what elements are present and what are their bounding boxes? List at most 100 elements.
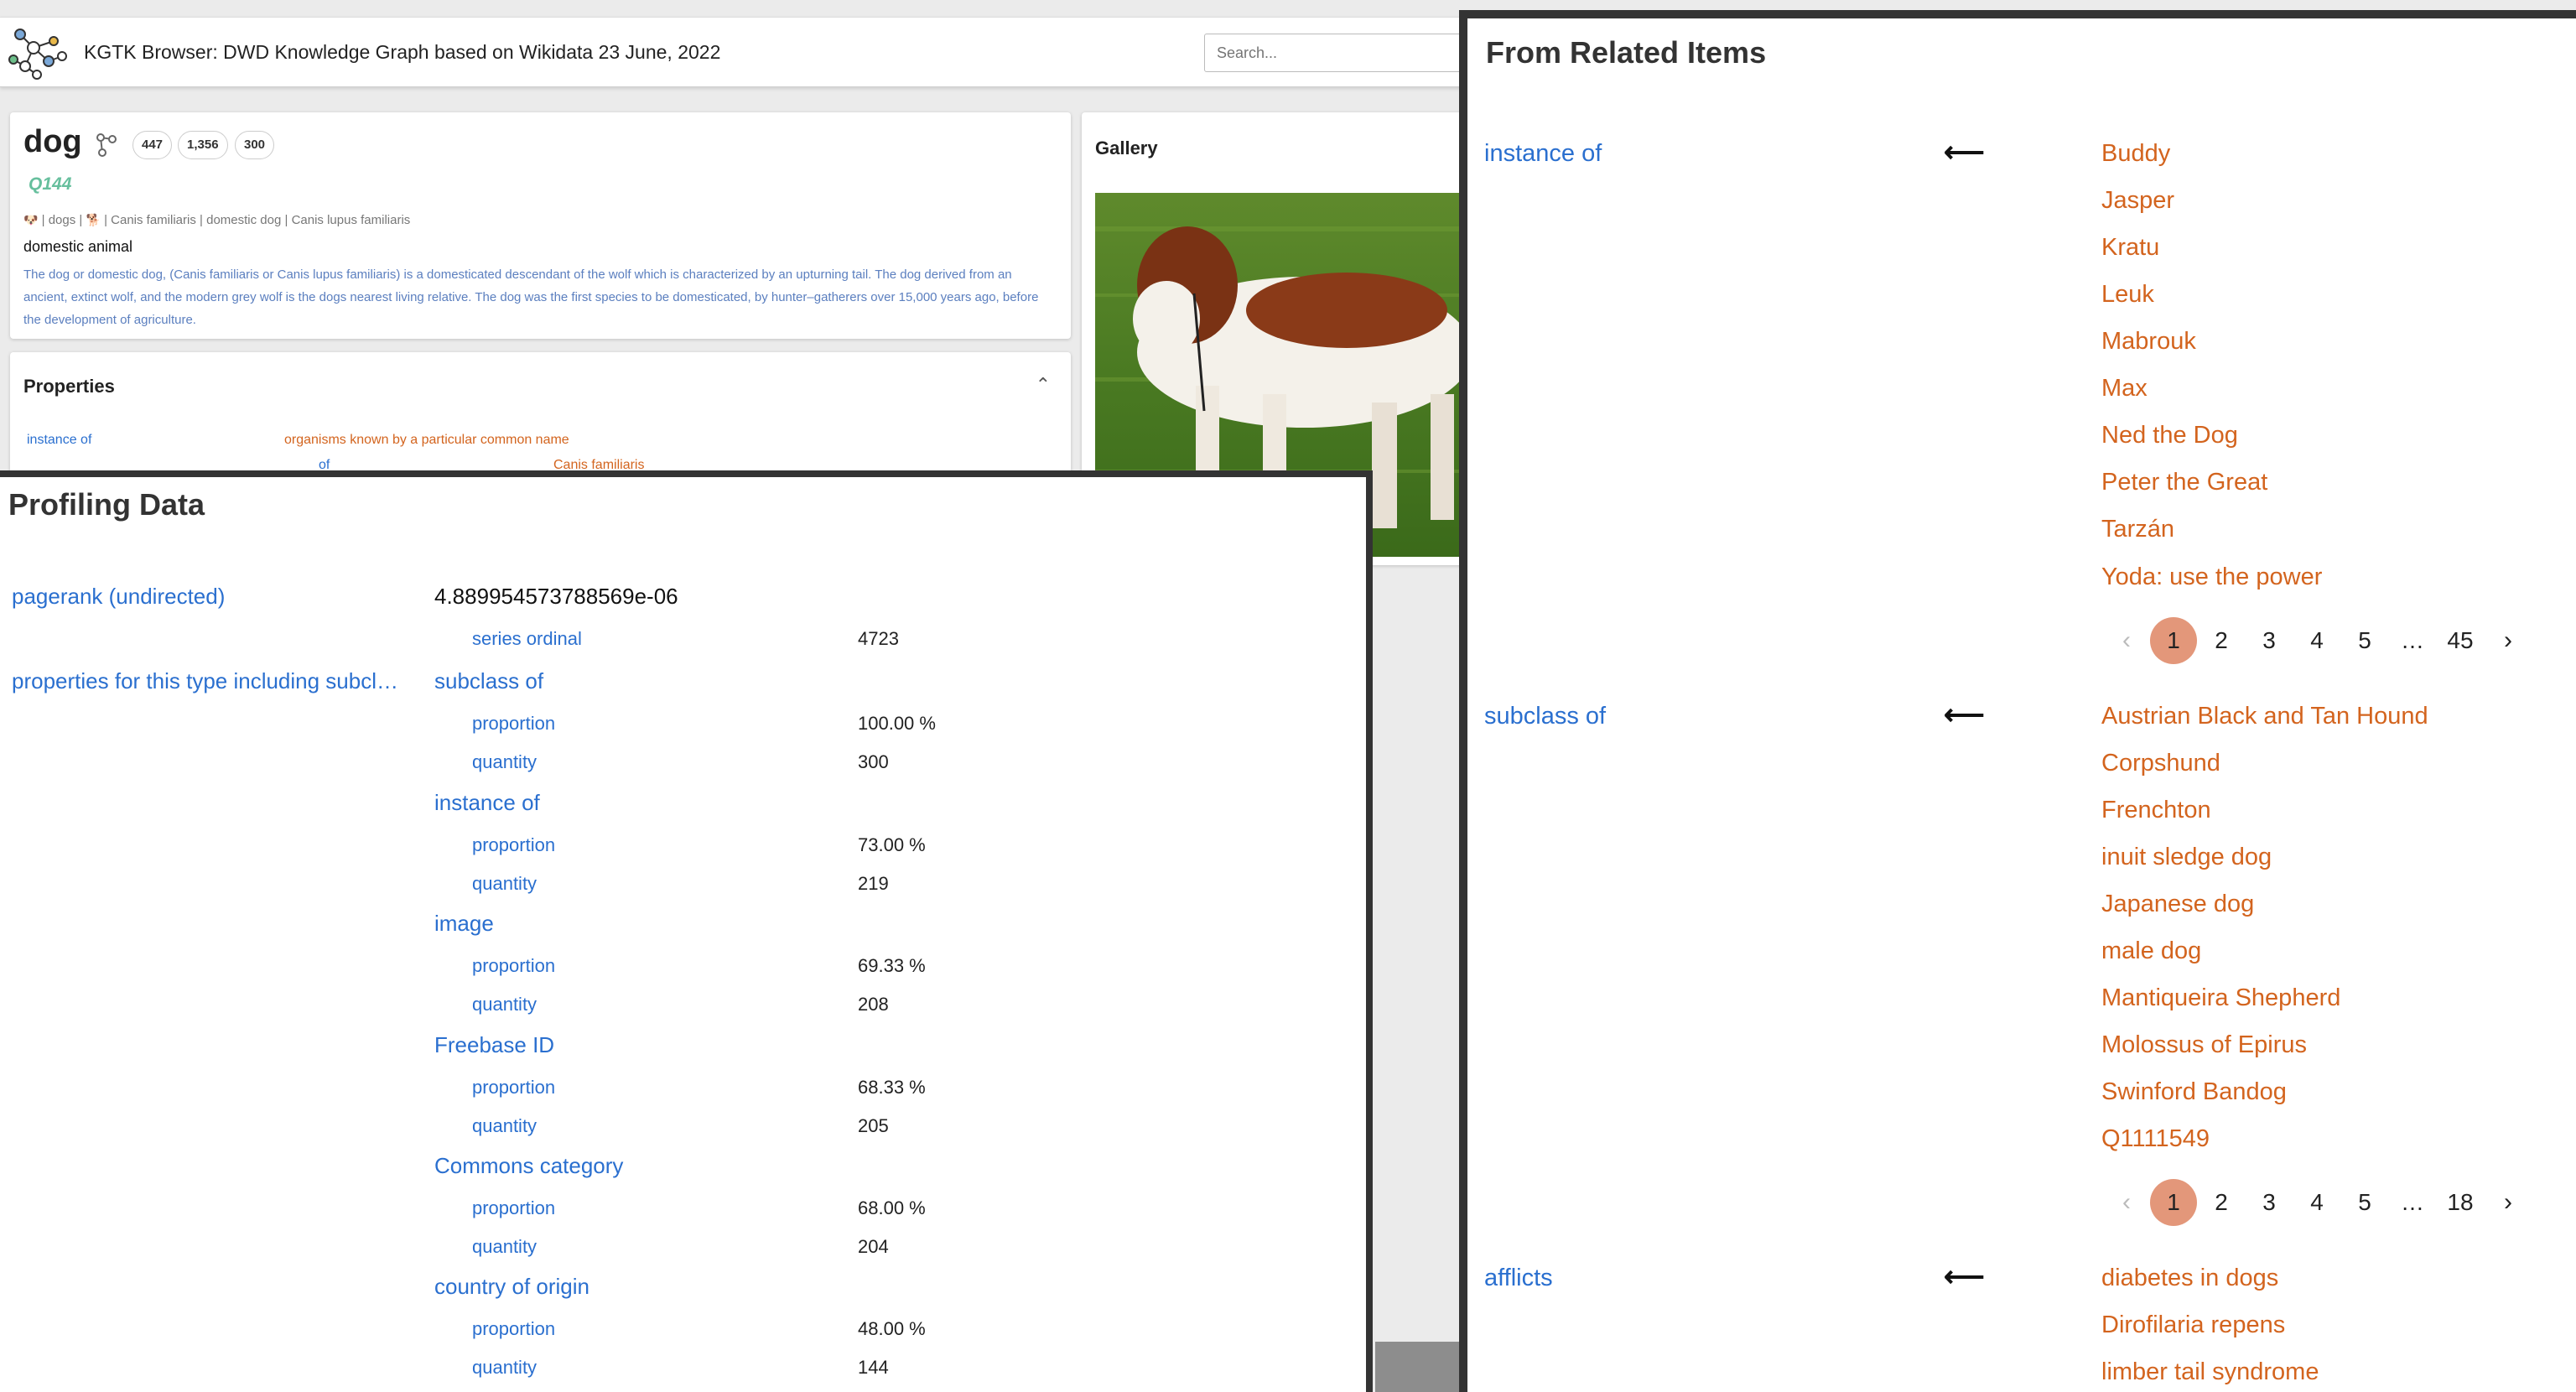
entity-label: dog [23,124,82,159]
page-button[interactable]: 1 [2150,1179,2197,1226]
proportion-label[interactable]: proportion [472,1318,555,1340]
related-item-link[interactable]: Leuk [2101,281,2154,309]
quantity-value: 300 [858,751,889,772]
property-link[interactable]: instance of [27,433,91,448]
profiling-data-panel: Profiling Data pagerank (undirected) 4.8… [0,470,1373,1392]
count-badge[interactable]: 447 [132,131,173,159]
stat-property-link[interactable]: subclass of [434,668,543,694]
graph-view-icon[interactable] [92,131,119,158]
related-items-panel: From Related Items instance of ⟵ Buddy J… [1459,10,2576,1392]
proportion-label[interactable]: proportion [472,1197,555,1219]
page-button[interactable]: 5 [2341,617,2388,664]
count-badge[interactable]: 1,356 [178,131,228,159]
page-button[interactable]: 4 [2293,1179,2340,1226]
related-item-link[interactable]: Jasper [2101,187,2174,215]
proportion-value: 73.00 % [858,834,926,855]
page-button[interactable]: 3 [2246,617,2293,664]
alias-separator: | [41,213,45,227]
alias: Canis familiaris [111,213,196,227]
related-item-link[interactable]: Yoda: use the power [2101,564,2322,591]
related-item-link[interactable]: Austrian Black and Tan Hound [2101,703,2428,730]
quantity-label[interactable]: quantity [472,1115,537,1137]
chevron-left-icon[interactable]: ‹ [2103,617,2150,664]
types-properties-link[interactable]: properties for this type including subcl… [12,668,398,694]
dog-emoji-icon: 🐕 [86,213,101,226]
quantity-label[interactable]: quantity [472,1357,537,1379]
related-item-link[interactable]: Swinford Bandog [2101,1078,2287,1106]
stat-property-link[interactable]: Freebase ID [434,1032,554,1058]
chevron-right-icon[interactable]: › [2485,1179,2532,1226]
page-button[interactable]: 3 [2246,1179,2293,1226]
top-navbar: KGTK Browser: DWD Knowledge Graph based … [0,17,1481,87]
proportion-label[interactable]: proportion [472,955,555,977]
stat-property-link[interactable]: country of origin [434,1274,589,1300]
properties-title: Properties [23,376,115,397]
related-item-link[interactable]: Molossus of Epirus [2101,1031,2307,1059]
page-button[interactable]: 18 [2437,1179,2484,1226]
quantity-label[interactable]: quantity [472,1236,537,1258]
quantity-value: 205 [858,1115,889,1136]
related-item-link[interactable]: Tarzán [2101,516,2174,543]
left-arrow-icon: ⟵ [1944,137,1985,169]
proportion-label[interactable]: proportion [472,1077,555,1099]
related-item-link[interactable]: Mantiqueira Shepherd [2101,984,2340,1012]
stat-property-link[interactable]: image [434,911,494,937]
related-item-link[interactable]: Corpshund [2101,750,2220,777]
related-item-link[interactable]: limber tail syndrome [2101,1358,2319,1386]
property-value-link[interactable]: organisms known by a particular common n… [284,433,569,448]
long-description: The dog or domestic dog, (Canis familiar… [23,267,1039,327]
related-item-link[interactable]: Q1111549 [2101,1125,2210,1153]
proportion-value: 68.33 % [858,1077,926,1098]
related-property-link[interactable]: afflicts [1484,1265,1553,1292]
page-button[interactable]: 5 [2341,1179,2388,1226]
related-item-link[interactable]: diabetes in dogs [2101,1265,2278,1292]
related-item-link[interactable]: male dog [2101,938,2201,965]
chevron-left-icon[interactable]: ‹ [2103,1179,2150,1226]
quantity-label[interactable]: quantity [472,751,537,773]
quantity-value: 208 [858,994,889,1015]
related-item-link[interactable]: Buddy [2101,140,2170,168]
series-ordinal-value: 4723 [858,628,899,649]
alias-separator: | [104,213,107,227]
page-button[interactable]: 2 [2198,617,2245,664]
kgtk-logo-icon[interactable] [7,23,70,83]
related-item-link[interactable]: Mabrouk [2101,328,2196,356]
related-item-link[interactable]: Ned the Dog [2101,422,2238,449]
related-item-link[interactable]: Japanese dog [2101,891,2254,918]
alias-separator: | [79,213,83,227]
chevron-up-icon[interactable]: ⌃ [1036,374,1051,396]
stat-property-link[interactable]: instance of [434,790,540,816]
related-item-link[interactable]: Peter the Great [2101,469,2267,496]
proportion-label[interactable]: proportion [472,834,555,856]
related-item-link[interactable]: Dirofilaria repens [2101,1311,2285,1339]
pagerank-link[interactable]: pagerank (undirected) [12,584,225,610]
page-button[interactable]: 1 [2150,617,2197,664]
proportion-value: 69.33 % [858,955,926,976]
proportion-value: 48.00 % [858,1318,926,1339]
quantity-label[interactable]: quantity [472,994,537,1015]
stat-property-link[interactable]: Commons category [434,1153,623,1179]
quantity-label[interactable]: quantity [472,873,537,895]
quantity-value: 219 [858,873,889,894]
alias: domestic dog [206,213,282,227]
related-property-link[interactable]: subclass of [1484,703,1606,730]
page-button[interactable]: 4 [2293,617,2340,664]
related-item-link[interactable]: Kratu [2101,234,2159,262]
app-title: KGTK Browser: DWD Knowledge Graph based … [84,41,721,63]
proportion-label[interactable]: proportion [472,713,555,735]
page-button[interactable]: 2 [2198,1179,2245,1226]
proportion-value: 100.00 % [858,713,936,734]
search-input[interactable] [1204,34,1481,72]
related-item-link[interactable]: Max [2101,375,2148,403]
related-item-link[interactable]: Frenchton [2101,797,2211,824]
dog-face-emoji-icon: 🐶 [23,213,39,226]
related-property-link[interactable]: instance of [1484,140,1602,168]
profiling-title: Profiling Data [8,487,205,522]
count-badge[interactable]: 300 [235,131,275,159]
related-item-link[interactable]: inuit sledge dog [2101,844,2272,871]
page-button[interactable]: 45 [2437,617,2484,664]
series-ordinal-link[interactable]: series ordinal [472,628,582,650]
gallery-title: Gallery [1095,138,1158,158]
alias-separator: | [284,213,288,227]
chevron-right-icon[interactable]: › [2485,617,2532,664]
